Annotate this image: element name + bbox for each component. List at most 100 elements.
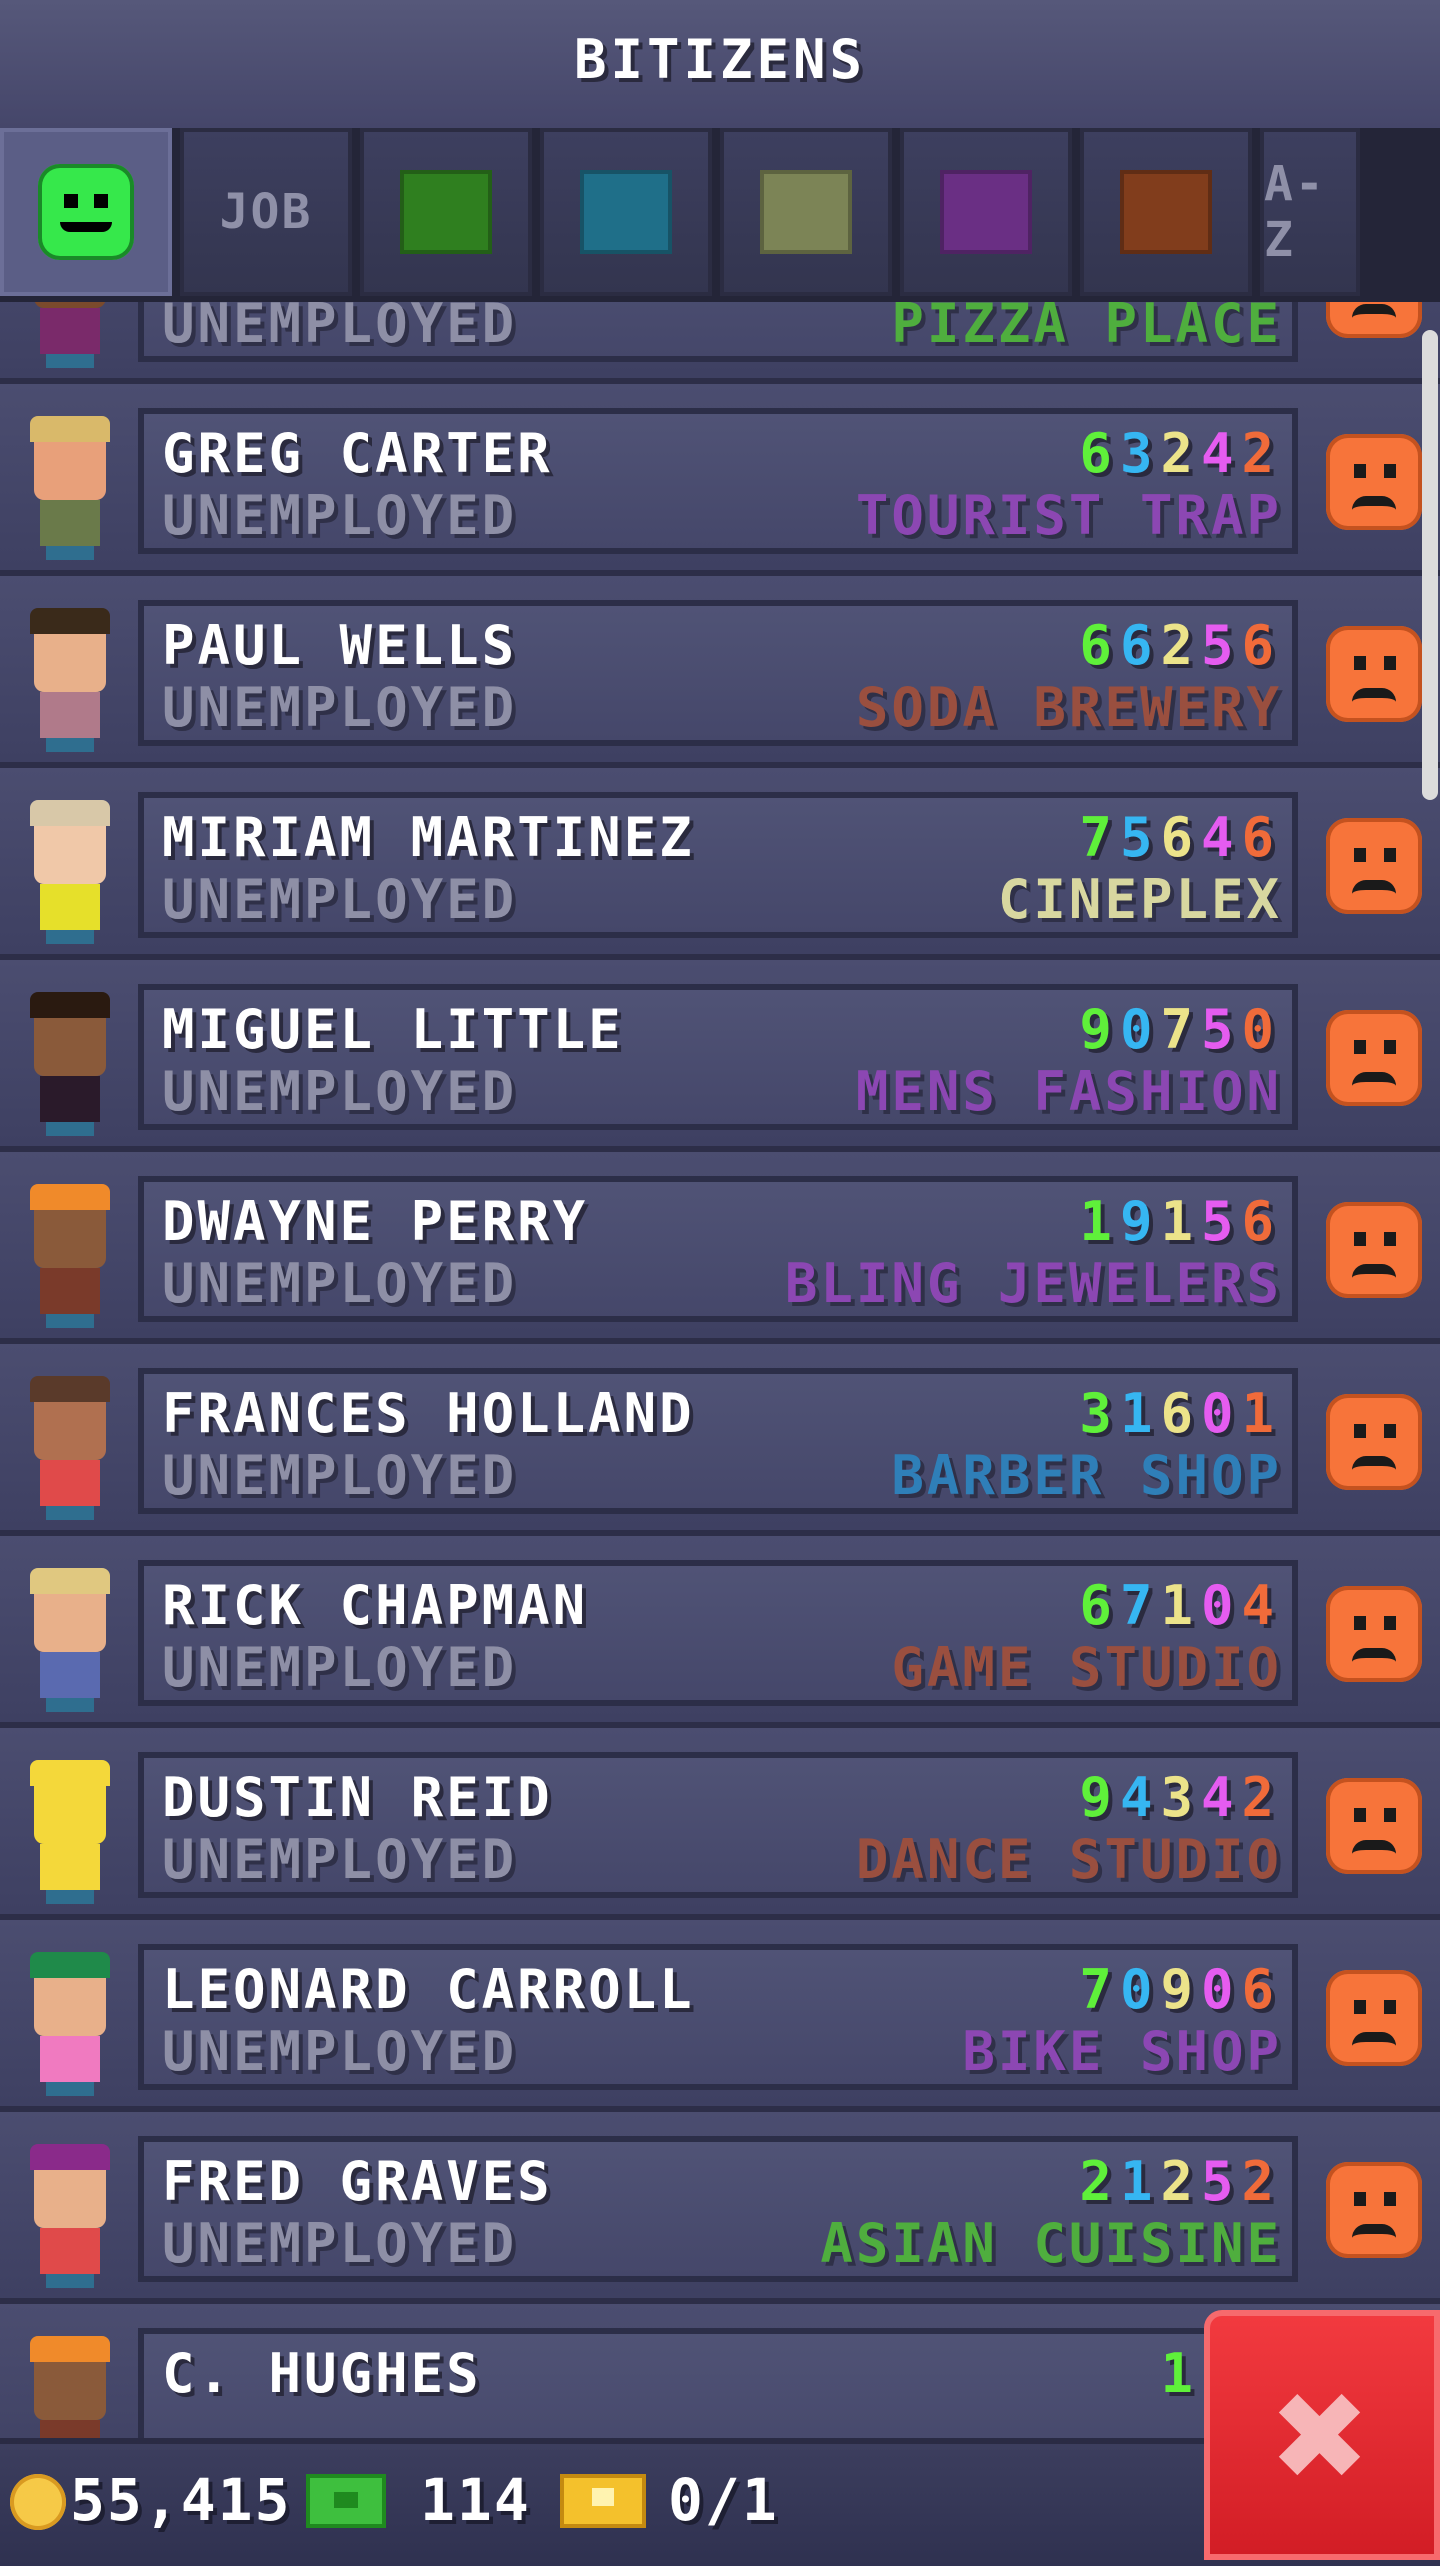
- citizen-name: LEONARD CARROLL: [162, 1958, 695, 2021]
- citizen-card[interactable]: PAUL WELLS UNEMPLOYED 66256 SODA BREWERY: [138, 600, 1298, 746]
- tab-category-food[interactable]: [360, 128, 532, 296]
- citizen-card[interactable]: LEONARD CARROLL UNEMPLOYED 70906 BIKE SH…: [138, 1944, 1298, 2090]
- citizen-card[interactable]: MIRIAM MARTINEZ UNEMPLOYED 75646 CINEPLE…: [138, 792, 1298, 938]
- tab-a-z-label: A-Z: [1264, 156, 1326, 268]
- citizen-card[interactable]: FRED GRAVES UNEMPLOYED 21252 ASIAN CUISI…: [138, 2136, 1298, 2282]
- citizen-card[interactable]: UNEMPLOYED PIZZA PLACE: [138, 302, 1298, 362]
- recreation-color-swatch: [760, 170, 852, 254]
- citizen-row[interactable]: PAUL WELLS UNEMPLOYED 66256 SODA BREWERY: [0, 576, 1440, 768]
- citizen-avatar: [20, 1758, 120, 1908]
- citizen-avatar: [20, 414, 120, 564]
- sad-face-icon: [1326, 1970, 1422, 2066]
- retail-color-swatch: [940, 170, 1032, 254]
- ticket-count: 0/1: [668, 2466, 779, 2534]
- citizen-skills: 19156: [1079, 1190, 1282, 1253]
- skill-retail: 4: [1200, 422, 1242, 485]
- citizen-skills: 75646: [1079, 806, 1282, 869]
- skill-service: 1: [1119, 2150, 1161, 2213]
- sad-face-icon: [1326, 302, 1422, 338]
- citizen-dream-job: TOURIST TRAP: [855, 484, 1282, 547]
- tab-happiness[interactable]: [0, 128, 172, 296]
- skill-food: 6: [1079, 422, 1120, 485]
- skill-recreation: 1: [1160, 1574, 1201, 1637]
- citizen-card[interactable]: RICK CHAPMAN UNEMPLOYED 67104 GAME STUDI…: [138, 1560, 1298, 1706]
- citizen-name: FRANCES HOLLAND: [162, 1382, 695, 1445]
- tab-category-recreation[interactable]: [720, 128, 892, 296]
- sad-face-icon: [1326, 1394, 1422, 1490]
- skill-creative: 6: [1241, 1190, 1282, 1253]
- skill-service: 0: [1119, 1958, 1161, 2021]
- skill-recreation: 1: [1160, 1190, 1201, 1253]
- skill-retail: 0: [1200, 1382, 1242, 1445]
- citizen-card[interactable]: DUSTIN REID UNEMPLOYED 94342 DANCE STUDI…: [138, 1752, 1298, 1898]
- citizen-dream-job: PIZZA PLACE: [891, 302, 1282, 355]
- citizen-row[interactable]: DWAYNE PERRY UNEMPLOYED 19156 BLING JEWE…: [0, 1152, 1440, 1344]
- citizen-dream-job: GAME STUDIO: [891, 1636, 1282, 1699]
- skill-retail: 4: [1200, 1766, 1242, 1829]
- citizen-row[interactable]: MIRIAM MARTINEZ UNEMPLOYED 75646 CINEPLE…: [0, 768, 1440, 960]
- skill-food: 1: [1079, 1190, 1120, 1253]
- sad-face-icon: [1326, 2162, 1422, 2258]
- coin-count: 55,415: [70, 2466, 292, 2534]
- close-button[interactable]: ✖: [1204, 2310, 1440, 2560]
- citizen-row[interactable]: LEONARD CARROLL UNEMPLOYED 70906 BIKE SH…: [0, 1920, 1440, 2112]
- citizen-row[interactable]: RICK CHAPMAN UNEMPLOYED 67104 GAME STUDI…: [0, 1536, 1440, 1728]
- citizen-avatar: [20, 2334, 120, 2438]
- skill-creative: 1: [1241, 1382, 1282, 1445]
- skill-creative: 2: [1241, 1766, 1282, 1829]
- skill-service: 5: [1119, 806, 1161, 869]
- tab-category-service[interactable]: [540, 128, 712, 296]
- sad-face-icon: [1326, 1202, 1422, 1298]
- citizen-skills: 21252: [1079, 2150, 1282, 2213]
- skill-retail: 4: [1200, 806, 1242, 869]
- citizen-card[interactable]: GREG CARTER UNEMPLOYED 63242 TOURIST TRA…: [138, 408, 1298, 554]
- skill-service: 3: [1119, 422, 1161, 485]
- citizen-row[interactable]: FRANCES HOLLAND UNEMPLOYED 31601 BARBER …: [0, 1344, 1440, 1536]
- citizen-name: GREG CARTER: [162, 422, 553, 485]
- skill-creative: 2: [1241, 2150, 1282, 2213]
- citizen-dream-job: DANCE STUDIO: [855, 1828, 1282, 1891]
- citizen-avatar: [20, 302, 120, 372]
- citizen-row[interactable]: GREG CARTER UNEMPLOYED 63242 TOURIST TRA…: [0, 384, 1440, 576]
- citizen-row[interactable]: UNEMPLOYED PIZZA PLACE: [0, 302, 1440, 384]
- sad-face-icon: [1326, 434, 1422, 530]
- skill-creative: 6: [1241, 1958, 1282, 2021]
- tab-category-creative[interactable]: [1080, 128, 1252, 296]
- citizen-job: UNEMPLOYED: [162, 1828, 518, 1891]
- citizen-card[interactable]: FRANCES HOLLAND UNEMPLOYED 31601 BARBER …: [138, 1368, 1298, 1514]
- citizen-dream-job: SODA BREWERY: [855, 676, 1282, 739]
- citizen-job: UNEMPLOYED: [162, 1252, 518, 1315]
- citizen-avatar: [20, 1182, 120, 1332]
- bux-icon: [306, 2474, 386, 2528]
- skill-recreation: 2: [1160, 614, 1201, 677]
- skill-food: 1: [1160, 2342, 1201, 2405]
- skill-creative: 0: [1241, 998, 1282, 1061]
- skill-creative: 4: [1241, 1574, 1282, 1637]
- citizen-list[interactable]: UNEMPLOYED PIZZA PLACE GREG CARTER UNEMP…: [0, 302, 1440, 2438]
- skill-recreation: 2: [1160, 2150, 1201, 2213]
- citizen-row[interactable]: DUSTIN REID UNEMPLOYED 94342 DANCE STUDI…: [0, 1728, 1440, 1920]
- service-color-swatch: [580, 170, 672, 254]
- citizen-avatar: [20, 1566, 120, 1716]
- citizen-card[interactable]: DWAYNE PERRY UNEMPLOYED 19156 BLING JEWE…: [138, 1176, 1298, 1322]
- citizen-dream-job: BARBER SHOP: [891, 1444, 1282, 1507]
- citizen-card[interactable]: MIGUEL LITTLE UNEMPLOYED 90750 MENS FASH…: [138, 984, 1298, 1130]
- citizen-job: UNEMPLOYED: [162, 1444, 518, 1507]
- skill-retail: 0: [1200, 1958, 1242, 2021]
- page-title: BITIZENS: [573, 28, 867, 91]
- citizen-skills: 70906: [1079, 1958, 1282, 2021]
- tab-category-retail[interactable]: [900, 128, 1072, 296]
- tab-job[interactable]: JOB: [180, 128, 352, 296]
- citizen-row[interactable]: MIGUEL LITTLE UNEMPLOYED 90750 MENS FASH…: [0, 960, 1440, 1152]
- citizen-card[interactable]: C. HUGHES 136: [138, 2328, 1298, 2438]
- skill-creative: 2: [1241, 422, 1282, 485]
- citizen-skills: 63242: [1079, 422, 1282, 485]
- tab-a-z[interactable]: A-Z: [1260, 128, 1360, 296]
- citizen-row[interactable]: FRED GRAVES UNEMPLOYED 21252 ASIAN CUISI…: [0, 2112, 1440, 2304]
- skill-retail: 0: [1200, 1574, 1242, 1637]
- skill-food: 6: [1079, 614, 1120, 677]
- skill-creative: 6: [1241, 806, 1282, 869]
- skill-service: 0: [1119, 998, 1161, 1061]
- citizen-avatar: [20, 606, 120, 756]
- scrollbar[interactable]: [1422, 330, 1438, 800]
